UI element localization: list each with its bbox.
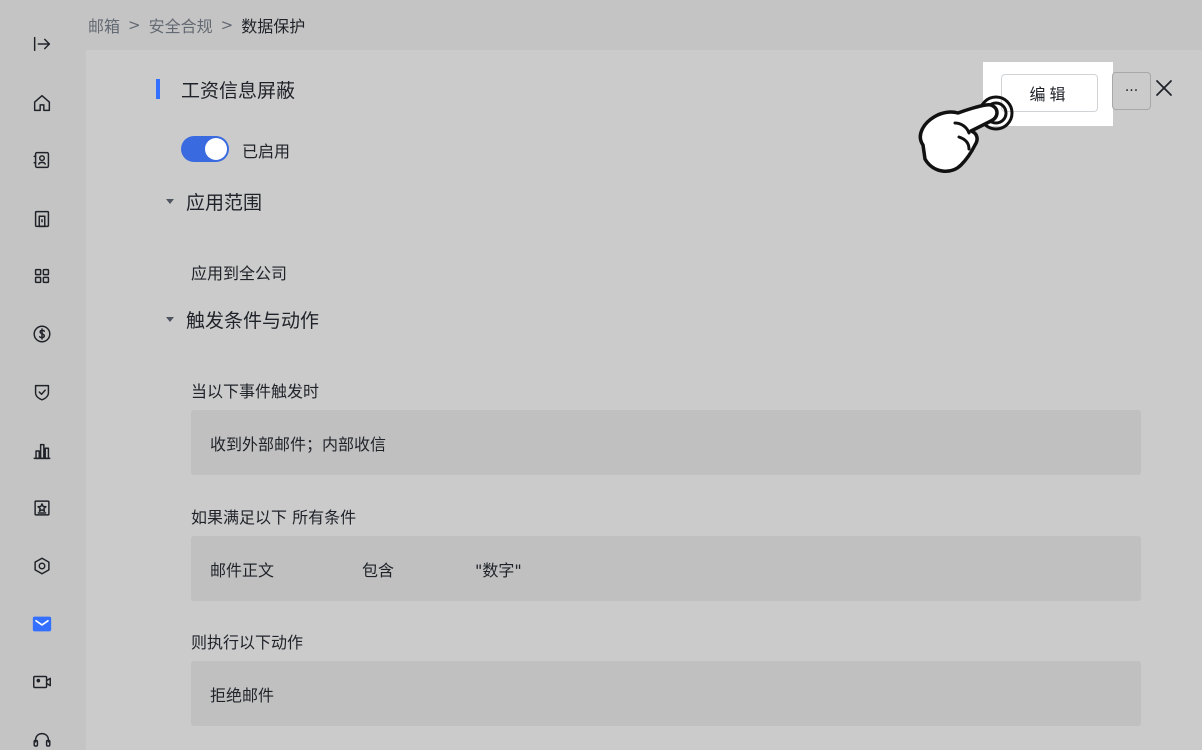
rule-detail-panel: 工资信息屏蔽 已启用 应用范围 应用到全公司 触发条件与动作 当以下事件触发时 …	[86, 50, 1202, 750]
rule-title: 工资信息屏蔽	[181, 80, 296, 102]
expand-icon[interactable]	[28, 30, 56, 58]
condition-field: 邮件正文	[210, 560, 275, 580]
award-icon[interactable]	[28, 494, 56, 522]
apps-icon[interactable]	[28, 262, 56, 290]
breadcrumb-separator: >	[220, 16, 234, 34]
caret-down-icon	[166, 199, 174, 204]
settings-icon[interactable]	[28, 552, 56, 580]
security-icon[interactable]	[28, 378, 56, 406]
building-icon[interactable]	[28, 205, 56, 233]
breadcrumb-separator: >	[128, 16, 141, 34]
breadcrumb-mailbox[interactable]: 邮箱	[88, 13, 120, 37]
breadcrumb-data-protection: 数据保护	[241, 17, 306, 36]
breadcrumb: 邮箱 > 安全合规 > 数据保护	[86, 0, 1202, 50]
title-accent-bar	[156, 79, 160, 99]
caret-down-icon	[166, 317, 174, 322]
scope-heading: 应用范围	[186, 192, 263, 214]
pointer-hand-icon	[913, 93, 1017, 175]
scope-value: 应用到全公司	[191, 264, 288, 283]
more-button[interactable]: ···	[1112, 72, 1151, 110]
analytics-icon[interactable]	[28, 437, 56, 465]
action-box: 拒绝邮件	[191, 661, 1141, 726]
rule-status-label: 已启用	[242, 142, 291, 161]
mail-icon[interactable]	[28, 610, 56, 638]
contacts-icon[interactable]	[28, 146, 56, 174]
action-label: 则执行以下动作	[191, 633, 304, 652]
close-icon[interactable]	[1152, 76, 1176, 100]
condition-label: 如果满足以下 所有条件	[191, 508, 357, 527]
scope-section-header[interactable]: 应用范围	[166, 188, 262, 215]
billing-icon[interactable]	[28, 320, 56, 348]
event-box: 收到外部邮件；内部收信	[191, 410, 1141, 475]
breadcrumb-security-compliance[interactable]: 安全合规	[149, 13, 213, 37]
video-icon[interactable]	[28, 668, 56, 696]
sidebar	[0, 0, 86, 750]
condition-value: "数字"	[475, 560, 522, 580]
event-value: 收到外部邮件；内部收信	[210, 434, 387, 454]
action-value: 拒绝邮件	[210, 685, 275, 705]
condition-operator: 包含	[362, 560, 395, 580]
trigger-section-header[interactable]: 触发条件与动作	[166, 306, 319, 333]
event-label: 当以下事件触发时	[191, 382, 320, 401]
home-icon[interactable]	[28, 89, 56, 117]
rule-enabled-toggle[interactable]	[181, 136, 229, 162]
support-icon[interactable]	[28, 726, 56, 750]
trigger-heading: 触发条件与动作	[186, 310, 320, 332]
condition-box: 邮件正文 包含 "数字"	[191, 536, 1141, 601]
toggle-knob	[205, 138, 227, 160]
